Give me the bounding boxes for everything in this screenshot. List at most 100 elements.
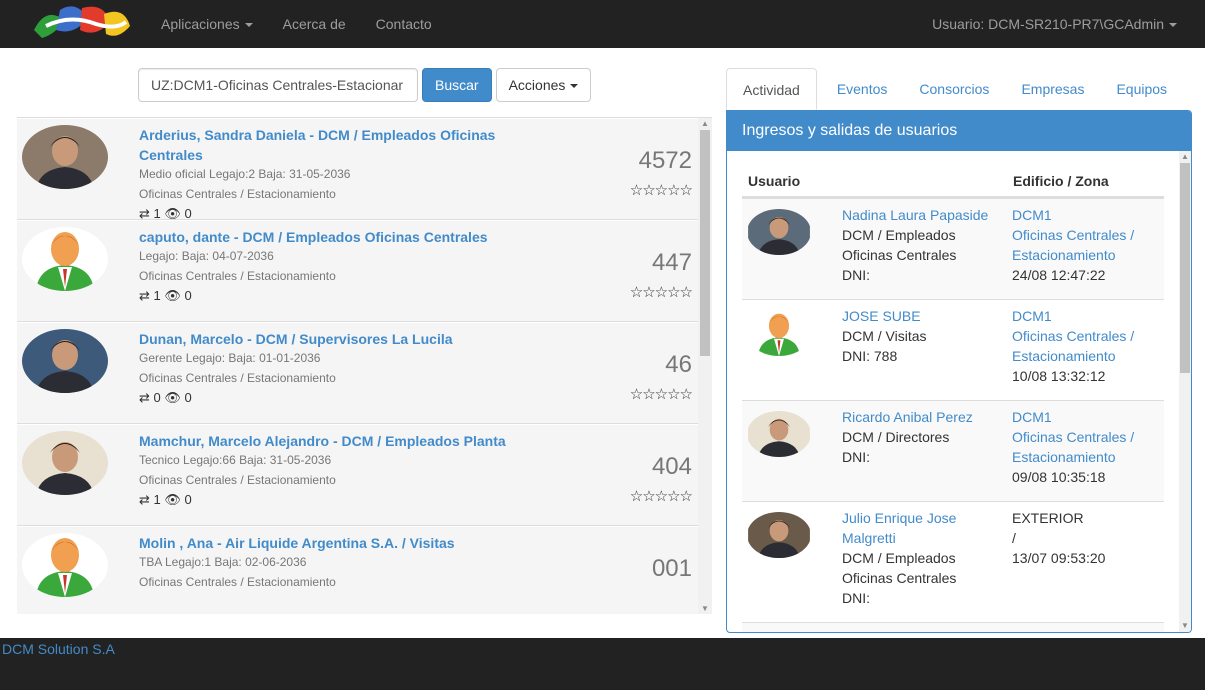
activity-panel: Ingresos y salidas de usuarios Usuario E… <box>726 110 1192 633</box>
nav-acerca-de[interactable]: Acerca de <box>268 0 361 48</box>
rating-stars[interactable]: ☆☆☆☆☆ <box>630 385 693 403</box>
row-user: JOSE SUBE DCM / Visitas DNI: 788 <box>842 306 1002 366</box>
avatar[interactable] <box>22 125 108 189</box>
avatar[interactable] <box>22 329 108 393</box>
scroll-down-icon[interactable]: ▼ <box>698 603 712 614</box>
person-meta: Medio oficial Legajo:2 Baja: 31-05-2036 <box>139 167 351 181</box>
eye-icon: 👁 <box>164 390 181 405</box>
rating-stars[interactable]: ☆☆☆☆☆ <box>630 181 693 199</box>
people-list[interactable]: Arderius, Sandra Daniela - DCM / Emplead… <box>17 117 712 614</box>
person-score: 404 <box>651 453 692 480</box>
building-link[interactable]: DCM1 <box>1012 407 1152 427</box>
scroll-up-icon[interactable]: ▲ <box>1179 151 1191 163</box>
user-label: Usuario: DCM-SR210-PR7\GCAdmin <box>932 16 1164 32</box>
person-name-link[interactable]: Mamchur, Marcelo Alejandro - DCM / Emple… <box>139 431 519 451</box>
person-name-link[interactable]: Molin , Ana - Air Liquide Argentina S.A.… <box>139 533 519 553</box>
person-row[interactable]: Mamchur, Marcelo Alejandro - DCM / Emple… <box>17 425 698 526</box>
app-logo[interactable] <box>26 0 136 48</box>
tab-actividad[interactable]: Actividad <box>726 68 817 110</box>
activity-row[interactable]: Ricardo Anibal Perez DCM / Directores DN… <box>742 400 1164 501</box>
person-row[interactable]: Molin , Ana - Air Liquide Argentina S.A.… <box>17 527 698 614</box>
person-score: 4572 <box>638 147 692 174</box>
person-name-link[interactable]: Arderius, Sandra Daniela - DCM / Emplead… <box>139 125 519 165</box>
tab-empresas[interactable]: Empresas <box>1005 68 1100 110</box>
avatar[interactable] <box>747 411 811 457</box>
transfer-icon: ⇄ <box>139 206 150 221</box>
eye-icon: 👁 <box>164 288 181 303</box>
scroll-down-icon[interactable]: ▼ <box>1179 620 1191 632</box>
person-score: 46 <box>665 351 692 378</box>
eye-icon: 👁 <box>164 206 181 221</box>
actions-button[interactable]: Acciones <box>495 68 592 102</box>
person-row[interactable]: caputo, dante - DCM / Empleados Oficinas… <box>17 221 698 322</box>
user-name-link[interactable]: JOSE SUBE <box>842 308 921 324</box>
rating-stars[interactable]: ☆☆☆☆☆ <box>630 487 693 505</box>
avatar[interactable] <box>747 512 811 558</box>
building-link[interactable]: DCM1 <box>1012 306 1152 326</box>
right-tabs: Actividad Eventos Consorcios Empresas Equipo… <box>726 68 1192 110</box>
scroll-thumb[interactable] <box>1180 163 1190 373</box>
search-button[interactable]: Buscar <box>422 68 492 102</box>
transfer-count: 0 <box>153 390 161 405</box>
nav-aplicaciones[interactable]: Aplicaciones <box>146 0 268 48</box>
person-row[interactable]: Arderius, Sandra Daniela - DCM / Emplead… <box>17 119 698 221</box>
row-zone: DCM1 Oficinas Centrales / Estacionamient… <box>1012 407 1152 487</box>
caret-down-icon <box>244 23 253 28</box>
user-name-link[interactable]: Julio Enrique Jose Malgretti <box>842 510 956 546</box>
person-row[interactable]: Dunan, Marcelo - DCM / Supervisores La L… <box>17 323 698 424</box>
person-location: Oficinas Centrales / Estacionamiento <box>139 269 336 283</box>
zone-link[interactable]: Oficinas Centrales / Estacionamiento <box>1012 427 1152 467</box>
transfer-icon: ⇄ <box>139 288 150 303</box>
user-group: DCM / Empleados Oficinas Centrales <box>842 550 957 586</box>
transfer-count: 1 <box>153 288 161 303</box>
row-zone: DCM1 Oficinas Centrales / Estacionamient… <box>1012 205 1152 285</box>
zone-link: / <box>1012 530 1016 546</box>
person-stats: ⇄ 1 👁 0 <box>139 288 192 304</box>
person-stats: ⇄ 0 👁 0 <box>139 390 192 406</box>
avatar[interactable] <box>22 431 108 495</box>
activity-row[interactable]: Julio Enrique Jose Malgretti DCM / Emple… <box>742 501 1164 622</box>
tab-consorcios[interactable]: Consorcios <box>903 68 1005 110</box>
zone-link[interactable]: Oficinas Centrales / Estacionamiento <box>1012 326 1152 366</box>
row-user: Ricardo Anibal Perez DCM / Directores DN… <box>842 407 1002 467</box>
user-name-link[interactable]: Juan Carlos Rulico <box>842 631 960 632</box>
building-link[interactable]: DCM1 <box>1012 205 1152 225</box>
person-name-link[interactable]: caputo, dante - DCM / Empleados Oficinas… <box>139 227 519 247</box>
tab-eventos[interactable]: Eventos <box>821 68 904 110</box>
avatar[interactable] <box>747 310 811 356</box>
nav-contacto[interactable]: Contacto <box>361 0 447 48</box>
caret-down-icon <box>570 84 579 89</box>
activity-table[interactable]: Usuario Edificio / Zona Nadina Laura Pap… <box>727 151 1191 632</box>
tab-equipos[interactable]: Equipos <box>1100 68 1183 110</box>
row-zone: DCM1 Oficinas Centrales / Estacionamient… <box>1012 306 1152 386</box>
activity-row[interactable]: Juan Carlos Rulico EXTERIOR <box>742 622 1164 632</box>
actions-label: Acciones <box>508 77 566 93</box>
people-list-scrollbar[interactable]: ▲ ▼ <box>698 118 712 614</box>
col-user-header: Usuario <box>748 173 801 189</box>
scroll-up-icon[interactable]: ▲ <box>698 118 712 130</box>
caret-down-icon <box>1169 23 1177 28</box>
transfer-count: 1 <box>153 206 161 221</box>
event-time: 13/07 09:53:20 <box>1012 550 1106 566</box>
panel-scrollbar[interactable]: ▲ ▼ <box>1179 151 1191 632</box>
building-link: EXTERIOR <box>1012 629 1152 632</box>
search-input[interactable] <box>138 68 418 102</box>
scroll-thumb[interactable] <box>700 130 710 356</box>
activity-row[interactable]: Nadina Laura Papaside DCM / Empleados Of… <box>742 198 1164 299</box>
nav-label: Aplicaciones <box>161 16 240 32</box>
user-menu[interactable]: Usuario: DCM-SR210-PR7\GCAdmin <box>932 16 1177 32</box>
user-group: DCM / Visitas <box>842 328 927 344</box>
user-name-link[interactable]: Nadina Laura Papaside <box>842 207 988 223</box>
person-location: Oficinas Centrales / Estacionamiento <box>139 187 336 201</box>
person-location: Oficinas Centrales / Estacionamiento <box>139 575 336 589</box>
rating-stars[interactable]: ☆☆☆☆☆ <box>630 283 693 301</box>
avatar[interactable] <box>747 209 811 255</box>
zone-link[interactable]: Oficinas Centrales / Estacionamiento <box>1012 225 1152 265</box>
view-count: 0 <box>184 206 192 221</box>
activity-row[interactable]: JOSE SUBE DCM / Visitas DNI: 788 DCM1 Of… <box>742 299 1164 400</box>
avatar[interactable] <box>22 533 108 597</box>
person-name-link[interactable]: Dunan, Marcelo - DCM / Supervisores La L… <box>139 329 519 349</box>
user-group: DCM / Empleados Oficinas Centrales <box>842 227 957 263</box>
avatar[interactable] <box>22 227 108 291</box>
user-name-link[interactable]: Ricardo Anibal Perez <box>842 409 973 425</box>
